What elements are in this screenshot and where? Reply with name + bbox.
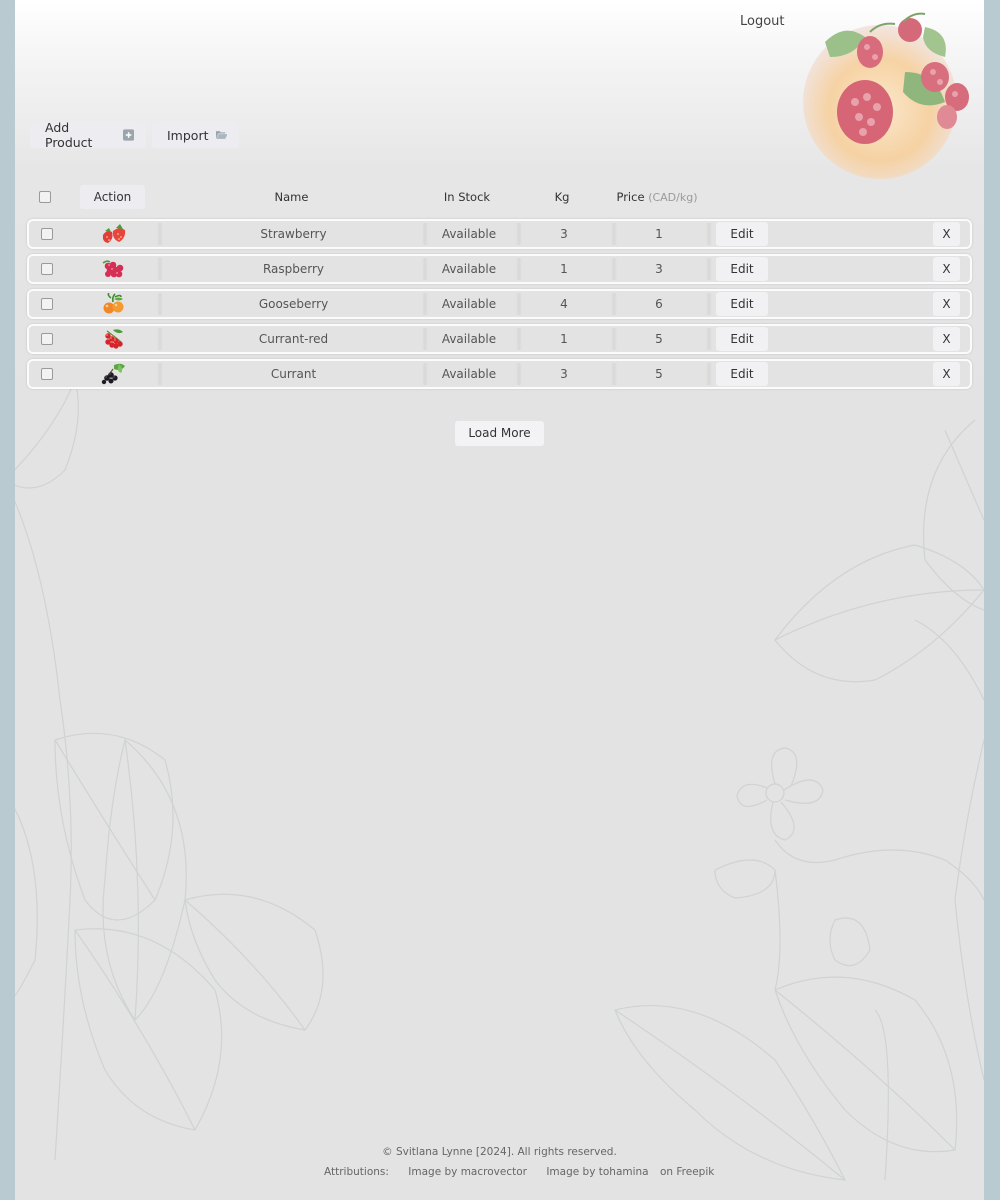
page-container: Logout Add Product Import Action Name In… (15, 0, 984, 1200)
select-all-checkbox[interactable] (39, 191, 51, 203)
cell-name: Raspberry (262, 262, 325, 276)
header-kg: Kg (554, 190, 570, 204)
red-currant-icon (105, 329, 123, 349)
gooseberry-icon (103, 293, 124, 314)
attributions: Attributions: Image by macrovector Image… (324, 1166, 730, 1178)
folder-open-icon (215, 131, 227, 139)
row-checkbox[interactable] (41, 298, 53, 310)
cell-in-stock: Available (441, 332, 497, 346)
table-row: Strawberry Available 3 1 Edit X (27, 219, 972, 249)
edit-button[interactable]: Edit (716, 362, 768, 386)
black-currant-icon (101, 363, 125, 385)
action-header-button[interactable]: Action (80, 185, 145, 209)
edit-button[interactable]: Edit (716, 222, 768, 246)
cell-name: Strawberry (260, 227, 327, 241)
row-checkbox[interactable] (41, 368, 53, 380)
attribution-freepik-link[interactable]: on Freepik (660, 1166, 714, 1178)
strawberry-icon (102, 224, 126, 243)
cell-in-stock: Available (441, 297, 497, 311)
table-header: Action Name In Stock Kg Price (CAD/kg) (27, 182, 972, 212)
table-row: Currant Available 3 5 Edit X (27, 359, 972, 389)
cell-kg: 4 (560, 297, 568, 311)
cell-price: 5 (655, 367, 663, 381)
header-name: Name (274, 190, 309, 204)
plus-icon (122, 129, 134, 141)
delete-button[interactable]: X (933, 292, 960, 316)
header-price-unit: (CAD/kg) (648, 191, 698, 204)
cell-price: 3 (655, 262, 663, 276)
logout-link[interactable]: Logout (740, 14, 785, 29)
table-row: Gooseberry Available 4 6 Edit X (27, 289, 972, 319)
row-checkbox[interactable] (41, 228, 53, 240)
raspberry-icon (102, 260, 124, 278)
copyright-text: © Svitlana Lynne [2024]. All rights rese… (382, 1146, 617, 1158)
cell-name: Gooseberry (258, 297, 329, 311)
row-checkbox[interactable] (41, 263, 53, 275)
cell-price: 1 (655, 227, 663, 241)
cell-in-stock: Available (441, 227, 497, 241)
delete-button[interactable]: X (933, 222, 960, 246)
row-checkbox[interactable] (41, 333, 53, 345)
cell-price: 5 (655, 332, 663, 346)
table-row: Currant-red Available 1 5 Edit X (27, 324, 972, 354)
delete-button[interactable]: X (933, 362, 960, 386)
cell-price: 6 (655, 297, 663, 311)
table-row: Raspberry Available 1 3 Edit X (27, 254, 972, 284)
cell-kg: 3 (560, 227, 568, 241)
header-price: Price (CAD/kg) (612, 182, 702, 212)
cell-kg: 3 (560, 367, 568, 381)
delete-button[interactable]: X (933, 327, 960, 351)
import-button[interactable]: Import (152, 122, 239, 148)
cell-in-stock: Available (441, 262, 497, 276)
delete-button[interactable]: X (933, 257, 960, 281)
load-more-button[interactable]: Load More (455, 421, 544, 446)
attribution-macrovector-link[interactable]: Image by macrovector (408, 1166, 527, 1178)
attribution-tohamina-link[interactable]: Image by tohamina (546, 1166, 648, 1178)
cell-kg: 1 (560, 332, 568, 346)
add-product-button[interactable]: Add Product (30, 120, 146, 150)
edit-button[interactable]: Edit (716, 292, 768, 316)
cell-kg: 1 (560, 262, 568, 276)
import-label: Import (167, 127, 209, 143)
cell-name: Currant (270, 367, 317, 381)
add-product-label: Add Product (45, 120, 93, 150)
cell-in-stock: Available (441, 367, 497, 381)
edit-button[interactable]: Edit (716, 327, 768, 351)
header-in-stock: In Stock (443, 190, 491, 204)
raspberry-logo (803, 12, 969, 179)
header-price-label: Price (616, 190, 645, 204)
cell-name: Currant-red (258, 332, 329, 346)
attributions-label: Attributions: (324, 1166, 389, 1178)
edit-button[interactable]: Edit (716, 257, 768, 281)
